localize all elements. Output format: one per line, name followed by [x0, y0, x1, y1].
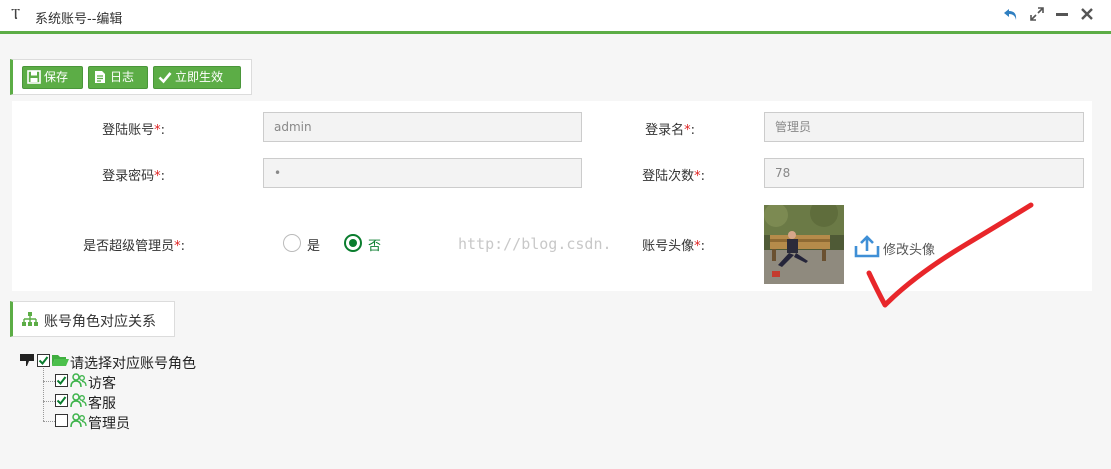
role-label-admin[interactable]: 管理员 — [88, 413, 130, 433]
maximize-icon[interactable] — [1030, 6, 1044, 26]
user-group-icon — [70, 413, 87, 428]
window-title: 系统账号--编辑 — [35, 12, 123, 27]
collapse-toggle-icon[interactable] — [19, 353, 35, 367]
activate-button[interactable]: 立即生效 — [153, 66, 241, 89]
login-account-label: 登陆账号*: — [102, 123, 165, 138]
save-label: 保存 — [44, 70, 69, 84]
login-count-field[interactable]: 78 — [764, 158, 1084, 188]
root-label[interactable]: 请选择对应账号角色 — [70, 353, 196, 373]
super-admin-label: 是否超级管理员*: — [83, 239, 185, 254]
role-label-service[interactable]: 客服 — [88, 393, 116, 413]
avatar-label: 账号头像*: — [642, 239, 705, 254]
root-checkbox[interactable] — [37, 354, 50, 367]
window-titlebar: Ⲧ 系统账号--编辑 — [0, 0, 1111, 34]
save-icon — [27, 70, 41, 84]
log-label: 日志 — [110, 70, 135, 84]
role-relation-header: 账号角色对应关系 — [10, 301, 175, 337]
activate-label: 立即生效 — [175, 70, 224, 84]
login-name-field[interactable]: 管理员 — [764, 112, 1084, 142]
text-cursor-icon: Ⲧ — [11, 5, 21, 23]
login-count-label: 登陆次数*: — [642, 169, 705, 184]
avatar-image — [764, 205, 844, 284]
role-label-visitor[interactable]: 访客 — [88, 373, 116, 393]
super-admin-yes-label[interactable]: 是 — [307, 235, 320, 254]
red-checkmark-annotation — [866, 202, 1034, 308]
sitemap-icon — [22, 312, 38, 326]
login-account-field[interactable]: admin — [263, 112, 582, 142]
save-button[interactable]: 保存 — [22, 66, 83, 89]
super-admin-yes-radio[interactable] — [283, 234, 301, 252]
role-checkbox-service[interactable] — [55, 394, 68, 407]
log-button[interactable]: 日志 — [88, 66, 148, 89]
role-checkbox-admin[interactable] — [55, 414, 68, 427]
document-icon — [95, 71, 105, 83]
super-admin-no-label[interactable]: 否 — [368, 235, 381, 254]
action-toolbar: 保存 日志 立即生效 — [10, 59, 252, 95]
folder-open-icon — [52, 355, 69, 366]
login-name-label: 登录名*: — [645, 123, 695, 138]
back-icon[interactable] — [1003, 6, 1019, 27]
close-icon[interactable] — [1080, 6, 1094, 26]
user-group-icon — [70, 373, 87, 388]
user-group-icon — [70, 393, 87, 408]
super-admin-no-radio[interactable] — [344, 234, 362, 252]
check-icon — [158, 72, 172, 84]
role-checkbox-visitor[interactable] — [55, 374, 68, 387]
role-relation-title: 账号角色对应关系 — [44, 314, 156, 330]
password-field[interactable]: • — [263, 158, 582, 188]
minimize-icon[interactable] — [1055, 6, 1069, 26]
password-label: 登录密码*: — [102, 169, 165, 184]
